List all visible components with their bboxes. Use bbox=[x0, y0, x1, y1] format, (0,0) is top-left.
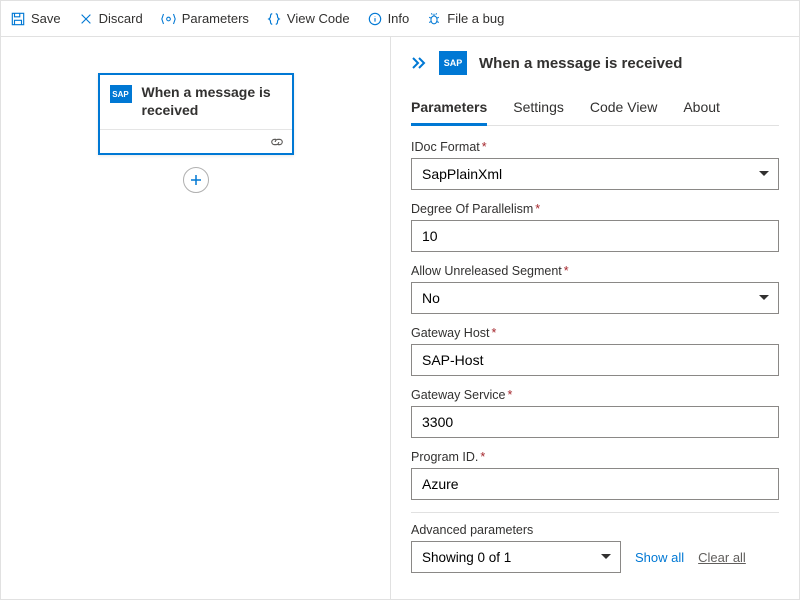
input-gateway-service[interactable] bbox=[411, 406, 779, 438]
collapse-icon[interactable] bbox=[411, 57, 427, 69]
label-advanced: Advanced parameters bbox=[411, 523, 779, 537]
label-idoc-format: IDoc Format* bbox=[411, 140, 779, 154]
main-area: SAP When a message is received SAP When … bbox=[1, 37, 799, 599]
input-gateway-host[interactable] bbox=[411, 344, 779, 376]
field-parallelism: Degree Of Parallelism* bbox=[411, 202, 779, 252]
label-gateway-service: Gateway Service* bbox=[411, 388, 779, 402]
save-label: Save bbox=[31, 11, 61, 26]
close-icon bbox=[79, 12, 93, 26]
discard-button[interactable]: Discard bbox=[79, 11, 143, 26]
clear-all-link[interactable]: Clear all bbox=[698, 550, 746, 565]
field-gateway-host: Gateway Host* bbox=[411, 326, 779, 376]
input-parallelism[interactable] bbox=[411, 220, 779, 252]
tab-code-view[interactable]: Code View bbox=[590, 93, 657, 125]
sap-icon: SAP bbox=[110, 85, 132, 103]
tab-parameters[interactable]: Parameters bbox=[411, 93, 487, 126]
tab-about[interactable]: About bbox=[683, 93, 720, 125]
parameters-button[interactable]: Parameters bbox=[161, 11, 249, 26]
add-step-button[interactable] bbox=[183, 167, 209, 193]
details-panel: SAP When a message is received Parameter… bbox=[391, 37, 799, 599]
select-allow-unreleased[interactable]: No bbox=[411, 282, 779, 314]
select-advanced[interactable]: Showing 0 of 1 bbox=[411, 541, 621, 573]
discard-label: Discard bbox=[99, 11, 143, 26]
label-program-id: Program ID.* bbox=[411, 450, 779, 464]
braces-icon bbox=[267, 12, 281, 26]
file-bug-button[interactable]: File a bug bbox=[427, 11, 504, 26]
tabs: Parameters Settings Code View About bbox=[411, 93, 779, 126]
toolbar: Save Discard Parameters View Code Info F… bbox=[1, 1, 799, 37]
card-header: SAP When a message is received bbox=[100, 75, 292, 129]
field-idoc-format: IDoc Format* SapPlainXml bbox=[411, 140, 779, 190]
panel-title: When a message is received bbox=[479, 55, 682, 72]
trigger-card[interactable]: SAP When a message is received bbox=[98, 73, 294, 155]
parameters-label: Parameters bbox=[182, 11, 249, 26]
save-button[interactable]: Save bbox=[11, 11, 61, 26]
advanced-parameters: Advanced parameters Showing 0 of 1 Show … bbox=[411, 512, 779, 573]
field-program-id: Program ID.* bbox=[411, 450, 779, 500]
file-bug-label: File a bug bbox=[447, 11, 504, 26]
card-footer bbox=[100, 129, 292, 153]
designer-canvas: SAP When a message is received bbox=[1, 37, 391, 599]
panel-header: SAP When a message is received bbox=[411, 51, 779, 75]
card-title: When a message is received bbox=[142, 83, 282, 119]
input-program-id[interactable] bbox=[411, 468, 779, 500]
show-all-link[interactable]: Show all bbox=[635, 550, 684, 565]
info-label: Info bbox=[388, 11, 410, 26]
field-gateway-service: Gateway Service* bbox=[411, 388, 779, 438]
link-icon[interactable] bbox=[270, 136, 284, 148]
label-parallelism: Degree Of Parallelism* bbox=[411, 202, 779, 216]
info-icon bbox=[368, 12, 382, 26]
parameters-icon bbox=[161, 12, 176, 26]
sap-icon: SAP bbox=[439, 51, 467, 75]
view-code-button[interactable]: View Code bbox=[267, 11, 350, 26]
bug-icon bbox=[427, 12, 441, 26]
select-idoc-format[interactable]: SapPlainXml bbox=[411, 158, 779, 190]
view-code-label: View Code bbox=[287, 11, 350, 26]
label-allow-unreleased: Allow Unreleased Segment* bbox=[411, 264, 779, 278]
save-icon bbox=[11, 12, 25, 26]
tab-settings[interactable]: Settings bbox=[513, 93, 564, 125]
label-gateway-host: Gateway Host* bbox=[411, 326, 779, 340]
field-allow-unreleased: Allow Unreleased Segment* No bbox=[411, 264, 779, 314]
info-button[interactable]: Info bbox=[368, 11, 410, 26]
